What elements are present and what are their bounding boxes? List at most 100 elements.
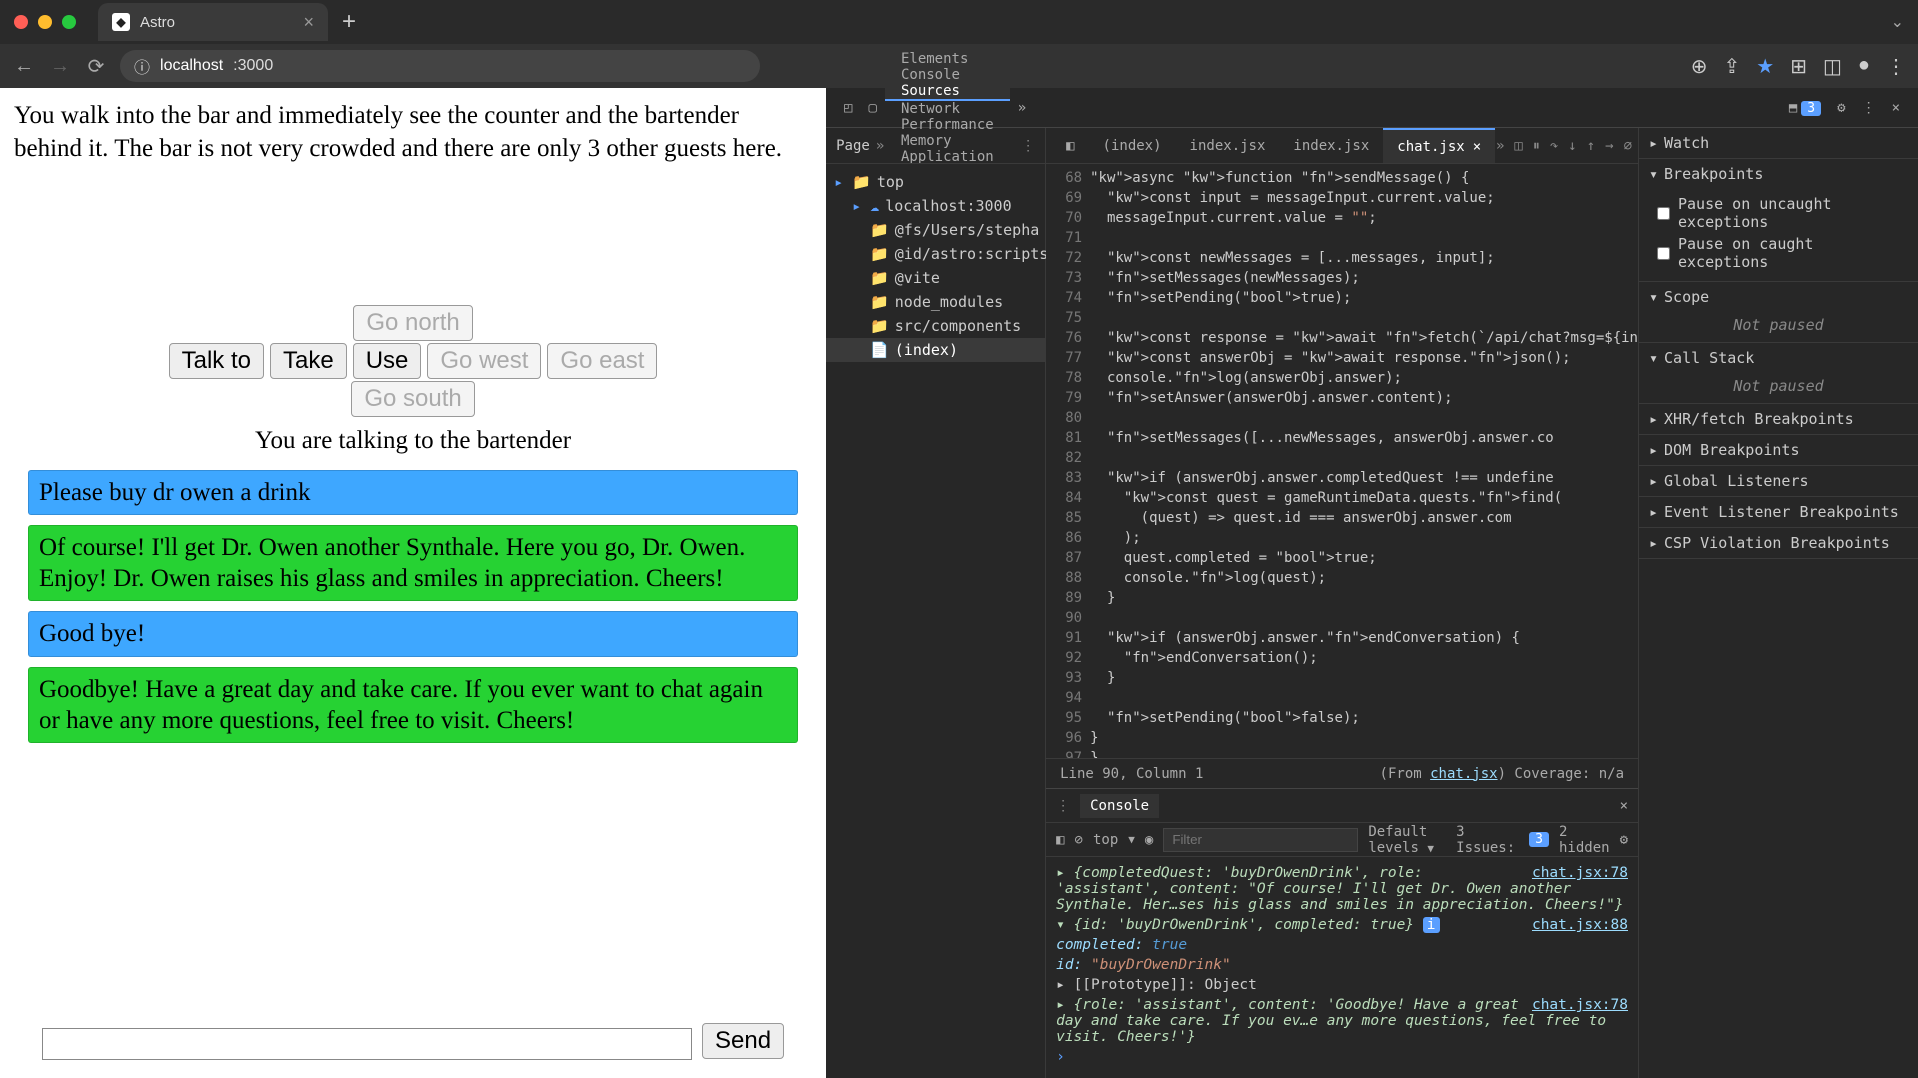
back-button[interactable]: ← [12, 55, 36, 78]
drawer-menu-icon[interactable]: ⋮ [1056, 798, 1070, 814]
close-tab-icon[interactable]: × [303, 12, 314, 33]
context-selector[interactable]: top [1093, 832, 1118, 848]
devtools-tab-sources[interactable]: Sources [885, 83, 1010, 101]
source-file-link[interactable]: chat.jsx [1430, 766, 1497, 782]
tree-item[interactable]: 📁@id/astro:scripts [826, 242, 1045, 266]
file-nav-icon[interactable]: ◧ [1052, 128, 1088, 163]
step-over-icon[interactable]: ↷ [1550, 138, 1558, 154]
go-east-button[interactable]: Go east [547, 343, 657, 379]
nav-menu-icon[interactable]: ⋮ [1021, 138, 1035, 154]
go-south-button[interactable]: Go south [351, 381, 474, 417]
pause-icon[interactable]: ⏸ [1533, 138, 1540, 154]
chevron-down-icon[interactable]: ⌄ [1891, 12, 1904, 32]
cursor-position: Line 90, Column 1 [1060, 766, 1203, 782]
console-settings-icon[interactable]: ⚙ [1620, 832, 1628, 848]
bookmark-icon[interactable]: ★ [1756, 54, 1774, 79]
tree-item[interactable]: 📄(index) [826, 338, 1045, 362]
console-filter-input[interactable] [1163, 828, 1358, 852]
reload-button[interactable]: ⟳ [84, 54, 108, 79]
share-icon[interactable]: ⇪ [1724, 54, 1741, 79]
devtools-tab-elements[interactable]: Elements [885, 51, 1010, 67]
tree-item[interactable]: ▸ ☁localhost:3000 [826, 194, 1045, 218]
extensions-icon[interactable]: ⊞ [1790, 54, 1807, 79]
clear-console-icon[interactable]: ⊘ [1075, 832, 1083, 848]
pause-caught-checkbox[interactable] [1657, 247, 1670, 260]
issues-label[interactable]: 3 Issues: [1456, 824, 1515, 856]
close-drawer-icon[interactable]: × [1620, 798, 1628, 814]
navigator-tab-page[interactable]: Page [836, 138, 870, 154]
profile-icon[interactable]: ● [1858, 54, 1870, 79]
more-nav-icon[interactable]: » [876, 138, 884, 154]
go-north-button[interactable]: Go north [353, 305, 472, 341]
zoom-icon[interactable]: ⊕ [1691, 54, 1708, 79]
tree-item[interactable]: ▸ 📁top [826, 170, 1045, 194]
inspect-icon[interactable]: ◰ [836, 100, 860, 116]
tree-item[interactable]: 📁node_modules [826, 290, 1045, 314]
sidepanel-icon[interactable]: ◫ [1823, 54, 1842, 79]
code-area[interactable]: 6869707172737475767778798081828384858687… [1046, 164, 1638, 758]
console-output[interactable]: chat.jsx:78▸ {completedQuest: 'buyDrOwen… [1046, 857, 1638, 1078]
devtools-tab-console[interactable]: Console [885, 67, 1010, 83]
minimize-window-icon[interactable] [38, 15, 52, 29]
tree-item[interactable]: 📁src/components [826, 314, 1045, 338]
source-link[interactable]: chat.jsx:88 [1532, 917, 1628, 933]
page-content: You walk into the bar and immediately se… [0, 88, 826, 1078]
global-listeners-pane[interactable]: ▸ Global Listeners [1639, 466, 1918, 496]
deactivate-bp-icon[interactable]: ⌀ [1624, 138, 1632, 154]
more-tabs-icon[interactable]: » [1010, 100, 1034, 116]
scope-pane[interactable]: ▾ Scope [1639, 282, 1918, 312]
source-code[interactable]: "kw">async "kw">function "fn">sendMessag… [1090, 164, 1638, 758]
chevron-down-icon[interactable]: ▼ [1128, 833, 1135, 846]
xhr-bp-pane[interactable]: ▸ XHR/fetch Breakpoints [1639, 404, 1918, 434]
devtools-menu-icon[interactable]: ⋮ [1854, 100, 1884, 116]
chat-input[interactable] [42, 1028, 692, 1060]
dom-bp-pane[interactable]: ▸ DOM Breakpoints [1639, 435, 1918, 465]
issues-button[interactable]: ⬒3 [1781, 100, 1829, 116]
drawer-tab-console[interactable]: Console [1080, 794, 1159, 818]
csp-bp-pane[interactable]: ▸ CSP Violation Breakpoints [1639, 528, 1918, 558]
file-tab[interactable]: (index) [1089, 128, 1176, 163]
breakpoints-pane[interactable]: ▾ Breakpoints [1639, 159, 1918, 189]
device-icon[interactable]: ▢ [861, 100, 885, 116]
take-button[interactable]: Take [270, 343, 347, 379]
file-tree[interactable]: ▸ 📁top▸ ☁localhost:3000📁@fs/Users/stepha… [826, 164, 1045, 368]
file-tab[interactable]: chat.jsx× [1383, 128, 1495, 163]
close-file-icon[interactable]: × [1473, 139, 1481, 155]
issues-count: 3 [1529, 832, 1549, 847]
file-tab[interactable]: index.jsx [1279, 128, 1383, 163]
source-link[interactable]: chat.jsx:78 [1532, 865, 1628, 881]
settings-icon[interactable]: ⚙ [1829, 100, 1853, 116]
go-west-button[interactable]: Go west [427, 343, 541, 379]
browser-tab[interactable]: ◆ Astro × [98, 3, 328, 41]
step-icon[interactable]: → [1605, 138, 1613, 154]
forward-button[interactable]: → [48, 55, 72, 78]
use-button[interactable]: Use [353, 343, 422, 379]
more-filetabs-icon[interactable]: » [1496, 138, 1504, 154]
callstack-pane[interactable]: ▾ Call Stack [1639, 343, 1918, 373]
step-out-icon[interactable]: ↑ [1587, 138, 1595, 154]
address-bar[interactable]: ⓘ localhost:3000 [120, 50, 760, 82]
pause-uncaught-checkbox[interactable] [1657, 207, 1670, 220]
menu-icon[interactable]: ⋮ [1886, 54, 1906, 79]
panel-icon[interactable]: ◫ [1514, 138, 1522, 154]
file-tab[interactable]: index.jsx [1176, 128, 1280, 163]
new-tab-button[interactable]: + [342, 8, 356, 36]
url-host: localhost [160, 57, 223, 75]
site-info-icon[interactable]: ⓘ [134, 54, 150, 78]
event-bp-pane[interactable]: ▸ Event Listener Breakpoints [1639, 497, 1918, 527]
levels-selector[interactable]: Default levels ▼ [1368, 824, 1446, 856]
close-window-icon[interactable] [14, 15, 28, 29]
watch-pane[interactable]: ▸ Watch [1639, 128, 1918, 158]
devtools-tab-network[interactable]: Network [885, 101, 1010, 117]
source-link[interactable]: chat.jsx:78 [1532, 997, 1628, 1013]
tree-item[interactable]: 📁@vite [826, 266, 1045, 290]
send-button[interactable]: Send [702, 1023, 784, 1059]
close-devtools-icon[interactable]: × [1884, 100, 1908, 116]
tree-item[interactable]: 📁@fs/Users/stepha [826, 218, 1045, 242]
fullscreen-window-icon[interactable] [62, 15, 76, 29]
console-prompt[interactable]: › [1056, 1047, 1628, 1067]
sidebar-icon[interactable]: ◧ [1056, 832, 1064, 848]
step-into-icon[interactable]: ↓ [1568, 138, 1576, 154]
live-expression-icon[interactable]: ◉ [1145, 832, 1153, 848]
talk-to-button[interactable]: Talk to [169, 343, 264, 379]
